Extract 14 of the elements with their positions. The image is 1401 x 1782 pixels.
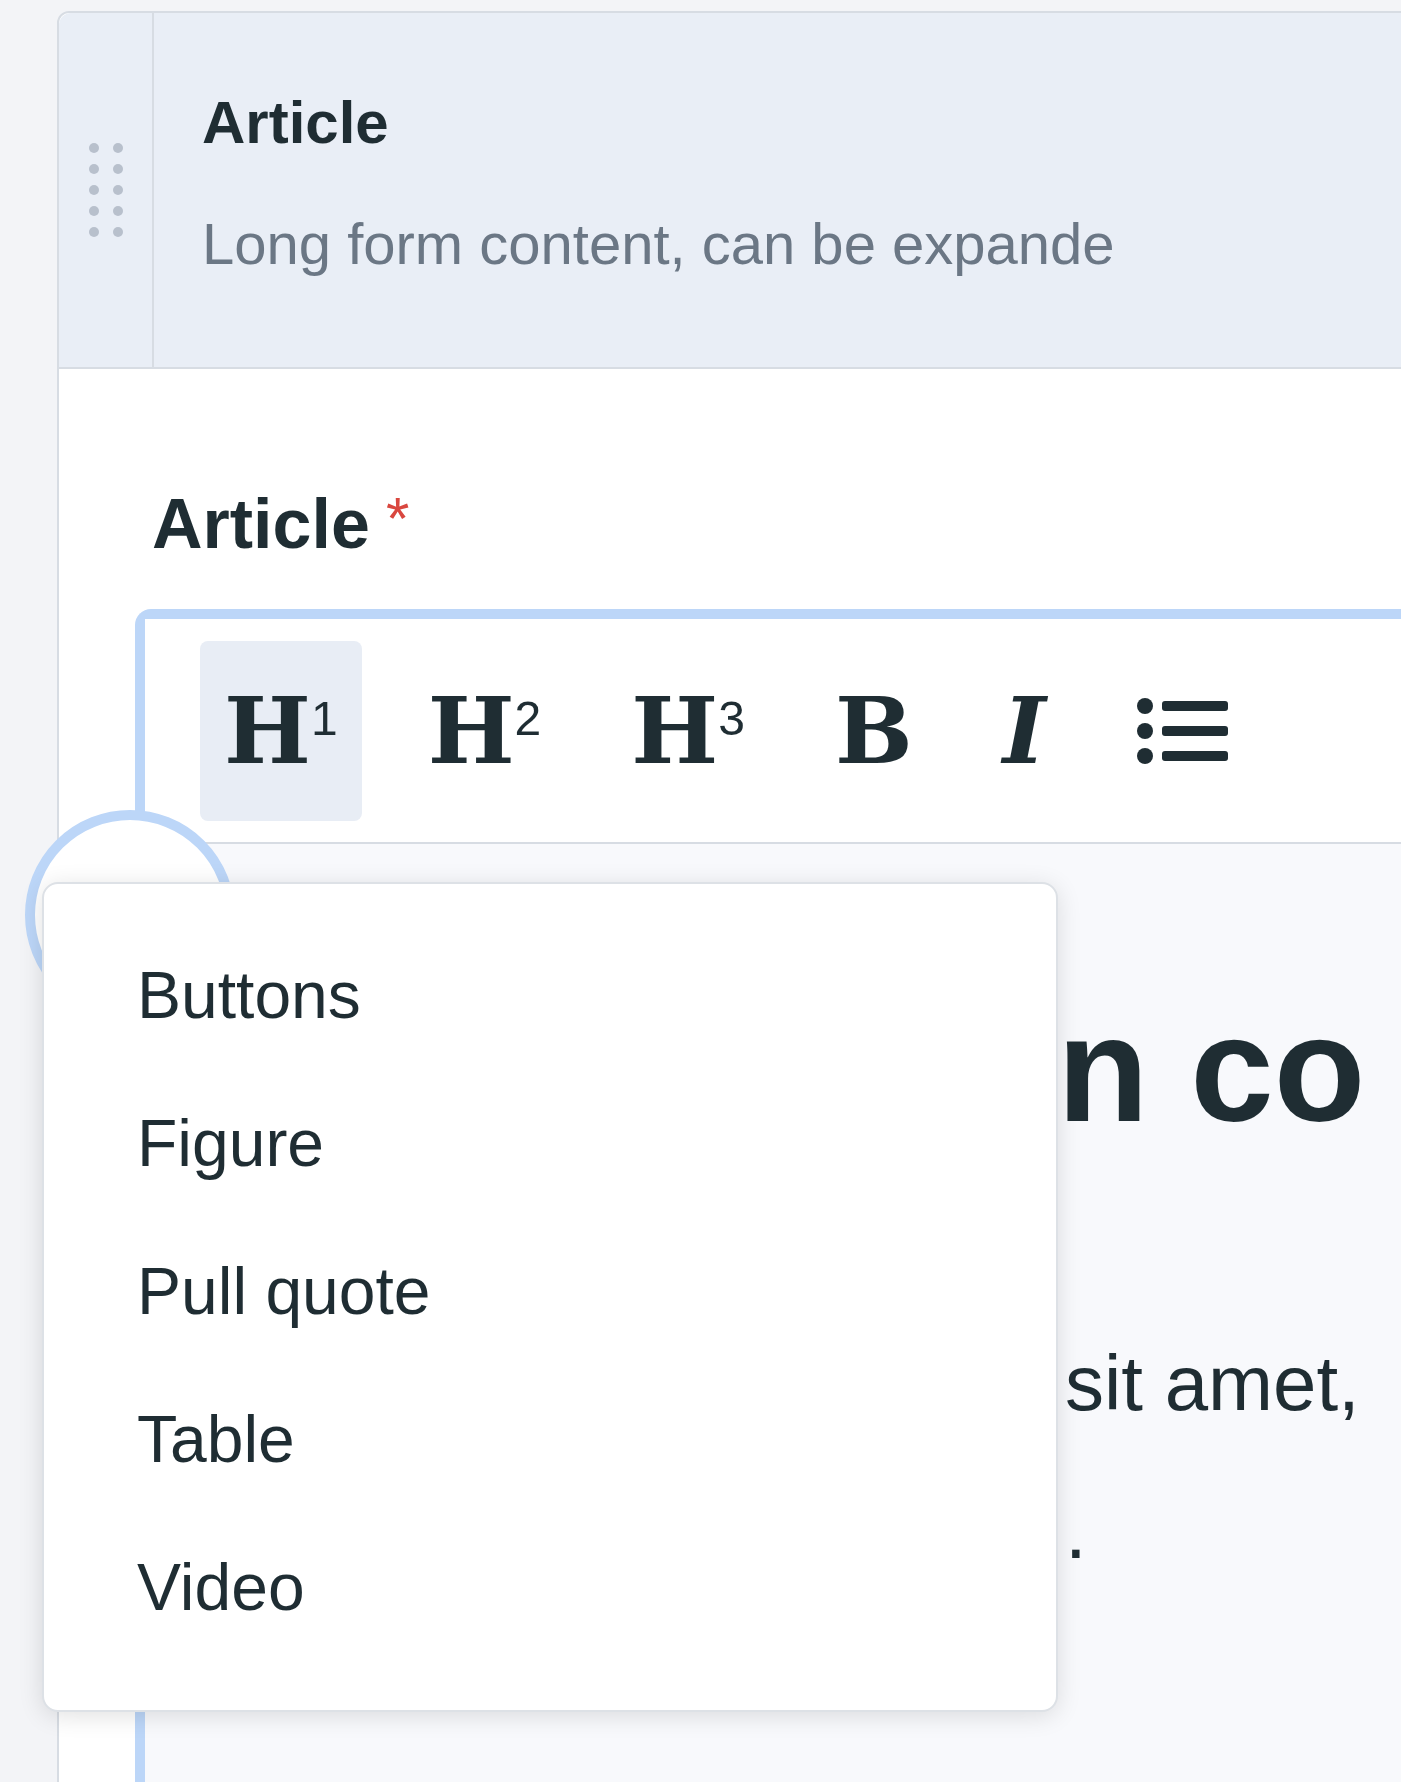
content-text: . (1064, 1492, 1087, 1570)
content-heading: n co (1057, 994, 1367, 1144)
menu-item[interactable]: Video (137, 1544, 305, 1630)
menu-item[interactable]: Pull quote (137, 1248, 431, 1334)
required-asterisk: * (385, 489, 410, 549)
menu-item[interactable]: Buttons (137, 952, 361, 1038)
panel-title: Article (202, 93, 390, 153)
bulleted-list-icon (1135, 696, 1228, 765)
menu-item[interactable]: Table (137, 1396, 295, 1482)
content-text: sit amet, (1064, 1344, 1360, 1422)
field-label: Article (152, 489, 370, 559)
bold-button[interactable]: B (810, 640, 937, 821)
menu-item[interactable]: Figure (137, 1100, 325, 1186)
italic-button[interactable]: I (978, 640, 1070, 821)
